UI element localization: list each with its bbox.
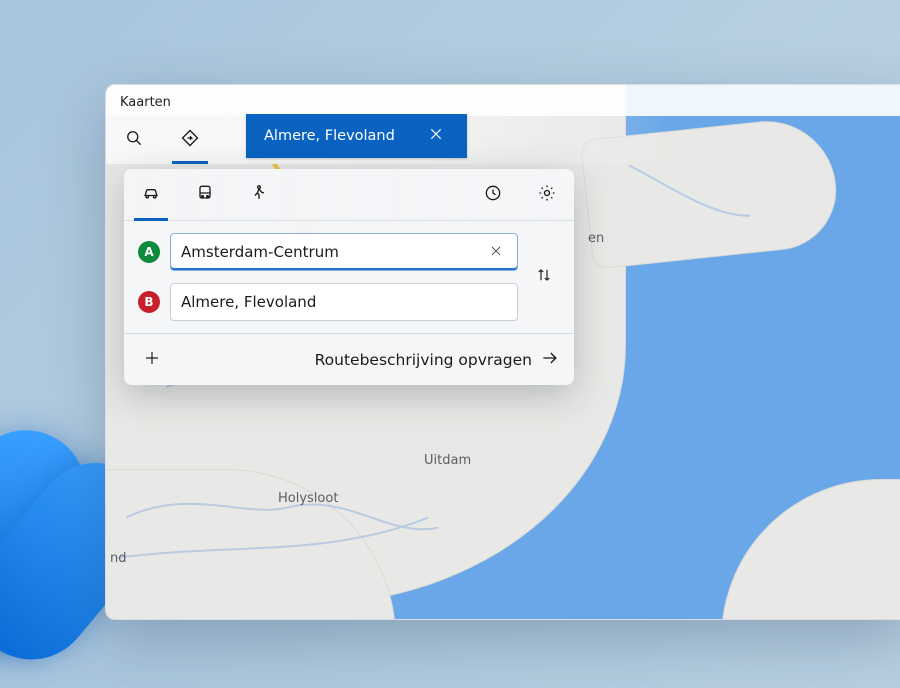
- map-label: nd: [110, 551, 127, 566]
- main-toolbar: Almere, Flevoland: [106, 116, 900, 164]
- maps-window: en Uitdam Holysloot nd Kaarten Almere, F…: [105, 84, 900, 620]
- plus-icon: [143, 349, 161, 371]
- close-icon: [489, 243, 503, 262]
- walk-icon: [249, 183, 269, 207]
- map-label: Holysloot: [278, 491, 338, 506]
- mode-walk[interactable]: [232, 169, 286, 220]
- origin-badge: A: [138, 241, 160, 263]
- get-directions-label: Routebeschrijving opvragen: [315, 351, 532, 369]
- location-tab-pill[interactable]: Almere, Flevoland: [246, 114, 467, 158]
- close-tab-button[interactable]: [419, 119, 453, 153]
- travel-mode-tabs: [124, 169, 574, 221]
- directions-icon: [180, 128, 200, 152]
- directions-panel: A B: [124, 169, 574, 385]
- map-label: Uitdam: [424, 453, 471, 468]
- mode-transit[interactable]: [178, 169, 232, 220]
- tab-directions[interactable]: [162, 116, 218, 164]
- search-icon: [124, 128, 144, 152]
- history-button[interactable]: [466, 169, 520, 220]
- add-stop-button[interactable]: [138, 346, 166, 374]
- panel-footer: Routebeschrijving opvragen: [124, 333, 574, 385]
- mode-car[interactable]: [124, 169, 178, 220]
- get-directions-button[interactable]: Routebeschrijving opvragen: [315, 348, 560, 372]
- swap-vertical-icon: [535, 266, 553, 288]
- clock-icon: [483, 183, 503, 207]
- gear-icon: [537, 183, 557, 207]
- origin-input[interactable]: [181, 243, 483, 261]
- map-label: en: [588, 231, 604, 246]
- destination-row: B: [138, 283, 518, 321]
- route-options-button[interactable]: [520, 169, 574, 220]
- location-tab-label: Almere, Flevoland: [264, 128, 395, 144]
- close-icon: [428, 126, 444, 146]
- tab-search[interactable]: [106, 116, 162, 164]
- origin-field-wrap: [170, 233, 518, 271]
- destination-badge: B: [138, 291, 160, 313]
- destination-input[interactable]: [181, 293, 509, 311]
- bus-icon: [195, 183, 215, 207]
- destination-field-wrap: [170, 283, 518, 321]
- car-icon: [141, 183, 161, 207]
- origin-row: A: [138, 233, 518, 271]
- clear-origin-button[interactable]: [483, 239, 509, 265]
- arrow-right-icon: [540, 348, 560, 372]
- swap-stops-button[interactable]: [528, 242, 560, 312]
- window-title: Kaarten: [106, 85, 900, 116]
